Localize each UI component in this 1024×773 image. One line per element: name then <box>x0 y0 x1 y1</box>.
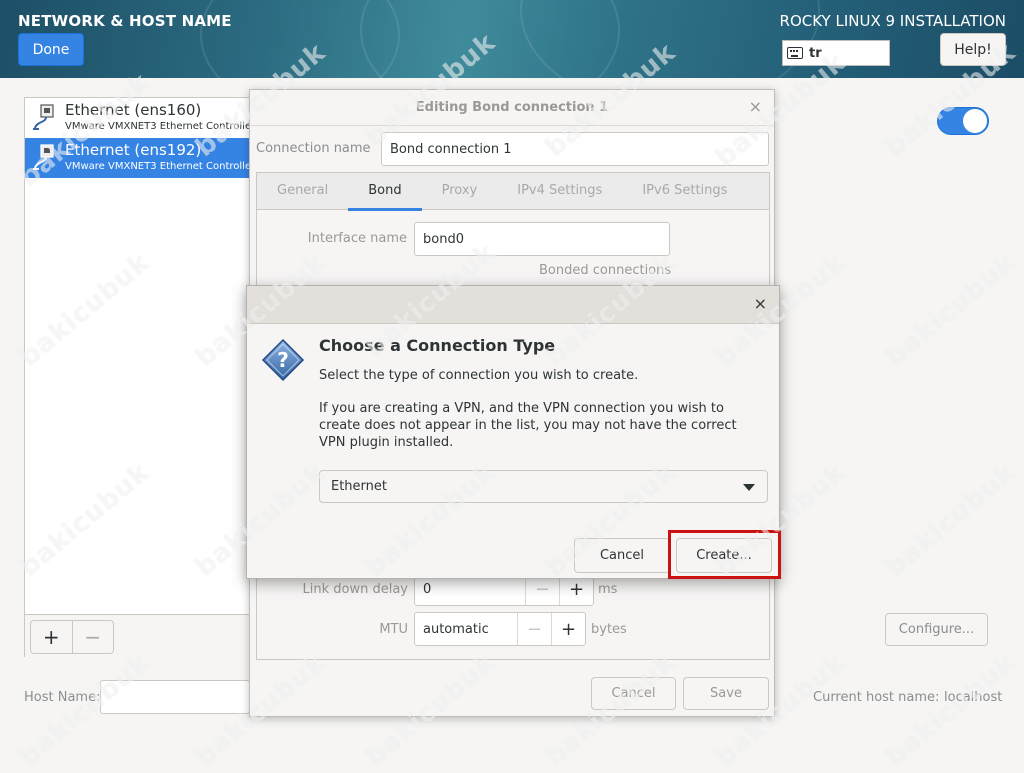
connection-type-dropdown[interactable]: Ethernet <box>319 470 768 503</box>
create-button-highlight <box>668 530 781 579</box>
ethernet-icon <box>33 104 54 130</box>
connection-type-value: Ethernet <box>331 479 387 494</box>
spoke-title: NETWORK & HOST NAME <box>18 12 232 30</box>
link-down-delay-unit: ms <box>598 582 618 597</box>
done-button[interactable]: Done <box>18 33 84 66</box>
decrement-button[interactable]: − <box>517 613 551 645</box>
question-icon: ? <box>261 338 305 382</box>
toggle-knob <box>963 109 987 133</box>
bond-editor-titlebar: Editing Bond connection 1 × <box>250 90 774 126</box>
connection-name-label: Connection name <box>256 141 371 156</box>
increment-button[interactable]: + <box>551 613 585 645</box>
watermark-text: bakicubuk <box>880 647 1022 773</box>
ethernet-icon <box>33 144 54 170</box>
device-description: VMware VMXNET3 Ethernet Controller <box>65 161 256 172</box>
watermark-text: bakicubuk <box>880 457 1022 583</box>
dialog-instruction: Select the type of connection you wish t… <box>319 368 639 383</box>
device-row-ens160[interactable]: Ethernet (ens160) VMware VMXNET3 Etherne… <box>25 98 257 138</box>
keyboard-layout-indicator[interactable]: tr <box>782 40 890 66</box>
host-name-label: Host Name: <box>24 690 101 705</box>
tab-proxy[interactable]: Proxy <box>422 173 498 210</box>
current-host-name-label: Current host name: <box>813 690 940 705</box>
dialog-titlebar: × <box>247 286 779 324</box>
product-title: ROCKY LINUX 9 INSTALLATION <box>779 12 1006 30</box>
keyboard-layout-label: tr <box>809 45 822 61</box>
device-toolbar: + − <box>25 614 257 658</box>
mtu-spinner[interactable]: automatic − + <box>414 612 586 646</box>
add-device-button[interactable]: + <box>31 621 72 653</box>
svg-text:?: ? <box>277 348 289 372</box>
mtu-unit: bytes <box>591 622 627 637</box>
device-list: Ethernet (ens160) VMware VMXNET3 Etherne… <box>24 97 257 658</box>
help-button[interactable]: Help! <box>940 33 1006 66</box>
connection-name-input[interactable]: Bond connection 1 <box>381 132 769 166</box>
bond-editor-title: Editing Bond connection 1 <box>415 100 609 115</box>
watermark-text: bakicubuk <box>880 247 1022 373</box>
header-banner: NETWORK & HOST NAME Done ROCKY LINUX 9 I… <box>0 0 1024 78</box>
device-description: VMware VMXNET3 Ethernet Controller <box>65 121 256 132</box>
dialog-vpn-note: If you are creating a VPN, and the VPN c… <box>319 401 737 450</box>
remove-device-button[interactable]: − <box>71 621 114 653</box>
tab-ipv4-settings[interactable]: IPv4 Settings <box>497 173 622 210</box>
link-down-delay-label: Link down delay <box>302 582 409 597</box>
tab-bar: General Bond Proxy IPv4 Settings IPv6 Se… <box>257 173 769 211</box>
device-enable-toggle[interactable] <box>937 107 989 135</box>
device-row-ens192[interactable]: Ethernet (ens192) VMware VMXNET3 Etherne… <box>25 138 257 178</box>
mtu-label: MTU <box>379 622 408 637</box>
device-name: Ethernet (ens192) <box>65 141 202 159</box>
dialog-heading: Choose a Connection Type <box>319 336 556 355</box>
tab-ipv6-settings[interactable]: IPv6 Settings <box>622 173 747 210</box>
save-button[interactable]: Save <box>683 677 769 710</box>
host-name-input[interactable] <box>100 680 250 714</box>
bonded-connections-label: Bonded connections <box>539 263 672 278</box>
tab-general[interactable]: General <box>257 173 348 210</box>
close-icon[interactable]: × <box>754 294 767 313</box>
cancel-button[interactable]: Cancel <box>591 677 676 710</box>
configure-button[interactable]: Configure... <box>885 613 988 646</box>
interface-name-label: Interface name <box>307 231 407 246</box>
current-host-name-value: localhost <box>944 690 1003 705</box>
chevron-down-icon <box>743 484 755 491</box>
keyboard-icon <box>787 47 803 59</box>
device-name: Ethernet (ens160) <box>65 101 202 119</box>
mtu-value[interactable]: automatic <box>415 613 517 645</box>
close-icon[interactable]: × <box>749 97 762 116</box>
tab-bond[interactable]: Bond <box>348 173 422 211</box>
dialog-cancel-button[interactable]: Cancel <box>574 538 670 573</box>
interface-name-input[interactable]: bond0 <box>414 222 670 256</box>
add-remove-group: + − <box>30 620 114 654</box>
